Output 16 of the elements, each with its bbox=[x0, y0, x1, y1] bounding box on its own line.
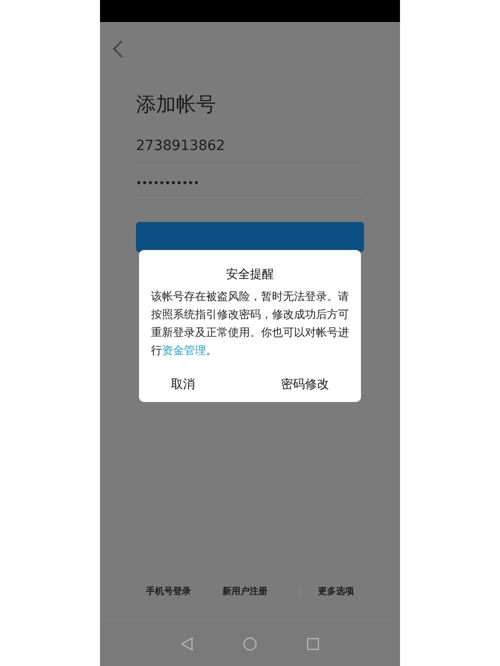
footer-link[interactable]: 更多选项 bbox=[318, 586, 354, 598]
change-password-button[interactable]: 密码修改 bbox=[279, 372, 331, 396]
fund-management-link[interactable]: 资金管理 bbox=[162, 344, 206, 357]
footer-link[interactable]: 手机号登录 bbox=[146, 586, 191, 598]
login-button[interactable] bbox=[136, 222, 364, 252]
back-icon[interactable] bbox=[181, 637, 193, 651]
back-icon[interactable] bbox=[112, 40, 124, 58]
recents-icon[interactable] bbox=[307, 638, 319, 650]
dialog-title: 安全提醒 bbox=[225, 266, 275, 282]
password-field[interactable]: ••••••••••• bbox=[136, 175, 364, 200]
account-field[interactable]: 2738913862 bbox=[136, 136, 364, 163]
page-title: 添加帐号 bbox=[136, 91, 216, 118]
footer-link[interactable]: 新用户注册 bbox=[222, 586, 268, 598]
dialog-message: 该帐号存在被盗风险，暂时无法登录。请按照系统指引修改密码，修改成功后方可重新登录及正常使用。你也可以对帐号进行资金管理。 bbox=[151, 289, 349, 359]
cancel-button[interactable]: 取消 bbox=[169, 372, 197, 396]
home-icon[interactable] bbox=[243, 637, 257, 651]
